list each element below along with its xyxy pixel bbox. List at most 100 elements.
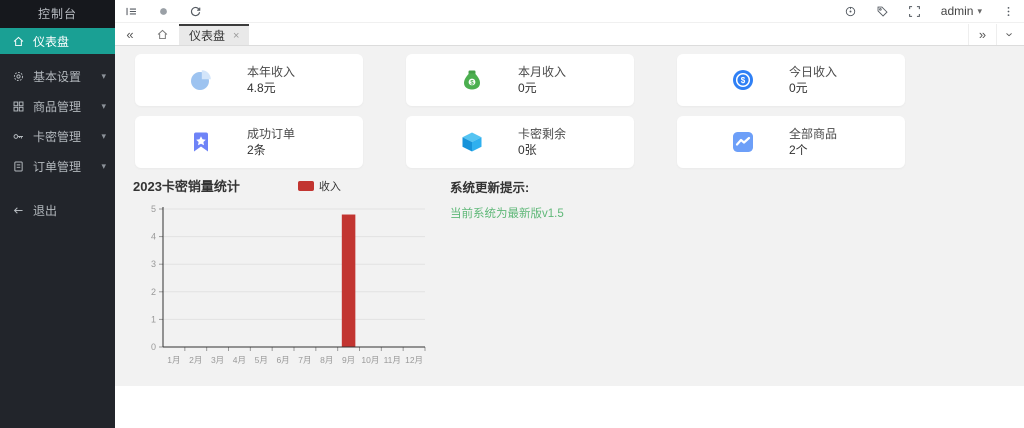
svg-text:2月: 2月 xyxy=(189,355,202,365)
sidebar-item-label: 退出 xyxy=(33,203,58,218)
sidebar-item-logout[interactable]: 退出 xyxy=(0,195,115,225)
dot-circle-icon xyxy=(159,7,167,15)
stat-card-month-income: $ 本月收入 0元 xyxy=(406,54,634,106)
stat-value: 2条 xyxy=(247,143,266,157)
svg-text:$: $ xyxy=(741,76,746,85)
stat-value: 4.8元 xyxy=(247,81,276,95)
caret-down-icon: ▾ xyxy=(977,5,982,16)
trend-chart-icon xyxy=(731,130,755,154)
home-icon xyxy=(157,29,167,40)
svg-text:3月: 3月 xyxy=(211,355,224,365)
order-list-icon xyxy=(14,161,23,171)
svg-text:4: 4 xyxy=(151,232,156,242)
cube-icon xyxy=(460,130,484,154)
grid-icon xyxy=(13,101,24,111)
chart-legend[interactable]: 收入 xyxy=(297,178,341,194)
stat-value: 0元 xyxy=(789,81,808,95)
system-notice: 系统更新提示: 当前系统为最新版v1.5 xyxy=(450,176,564,377)
coin-icon: $ xyxy=(731,68,755,92)
stat-title: 成功订单 xyxy=(247,127,296,141)
tag-button[interactable] xyxy=(867,0,899,23)
tab-dashboard[interactable]: 仪表盘 × xyxy=(179,24,250,45)
scroll-tabs-left-button[interactable]: « xyxy=(115,24,145,45)
close-tab-icon[interactable]: × xyxy=(233,30,239,42)
caret-down-icon: ▾ xyxy=(101,160,106,171)
stat-title: 全部商品 xyxy=(789,127,838,141)
sidebar-item-card-key-management[interactable]: 卡密管理 ▾ xyxy=(0,121,115,151)
sidebar-item-label: 基本设置 xyxy=(33,69,82,84)
main-content: 本年收入 4.8元 $ 本月收入 0元 $ 今日收入 0元 成功订单 2条 卡密… xyxy=(115,46,1024,428)
sidebar-item-order-management[interactable]: 订单管理 ▾ xyxy=(0,151,115,181)
tab-bar-controls: » › xyxy=(968,24,1024,45)
sidebar: 控制台 仪表盘 基本设置 ▾ 商品管理 ▾ 卡密管理 ▾ 订单管理 ▾ 退出 xyxy=(0,0,115,428)
svg-text:2: 2 xyxy=(151,287,156,297)
svg-text:11月: 11月 xyxy=(384,355,401,365)
username: admin xyxy=(940,4,974,18)
stat-card-success-orders: 成功订单 2条 xyxy=(135,116,363,168)
sidebar-item-label: 仪表盘 xyxy=(33,34,70,49)
more-vertical-icon xyxy=(1007,6,1009,16)
legend-label: 收入 xyxy=(318,180,341,193)
scroll-tabs-right-button[interactable]: » xyxy=(968,24,996,45)
notice-message[interactable]: 当前系统为最新版v1.5 xyxy=(450,205,564,221)
app-title: 控制台 xyxy=(0,0,115,28)
sidebar-item-label: 订单管理 xyxy=(33,159,82,174)
svg-text:4月: 4月 xyxy=(233,355,246,365)
svg-text:7月: 7月 xyxy=(298,355,311,365)
fullscreen-icon xyxy=(909,5,921,17)
caret-down-icon: ▾ xyxy=(101,70,106,81)
gear-icon xyxy=(13,71,24,81)
chevron-down-icon: › xyxy=(1003,32,1018,37)
clear-cache-button[interactable] xyxy=(147,0,179,23)
stat-card-remaining-keys: 卡密剩余 0张 xyxy=(406,116,634,168)
svg-text:6月: 6月 xyxy=(276,355,289,365)
refresh-button[interactable] xyxy=(179,0,211,23)
sidebar-item-basic-settings[interactable]: 基本设置 ▾ xyxy=(0,61,115,91)
fullscreen-button[interactable] xyxy=(899,0,931,23)
sidebar-item-dashboard[interactable]: 仪表盘 xyxy=(0,28,115,54)
sidebar-item-product-management[interactable]: 商品管理 ▾ xyxy=(0,91,115,121)
sales-bar-chart: 0 1 2 3 4 5 1月 2月 3月 4月 5月 6月 7月 8月 9月 10月 11月 12月 xyxy=(151,204,426,365)
more-menu-button[interactable] xyxy=(992,0,1024,23)
sidebar-item-label: 卡密管理 xyxy=(33,129,82,144)
caret-down-icon: ▾ xyxy=(101,130,106,141)
menu-fold-icon xyxy=(126,7,136,15)
legend-swatch xyxy=(297,180,314,191)
svg-text:3: 3 xyxy=(151,259,156,269)
lower-section: 2023卡密销量统计 收入 0 1 2 3 4 5 1月 2月 3月 4月 5月 6月 7月 8月 9月 10… xyxy=(115,176,1024,377)
notice-title: 系统更新提示: xyxy=(450,181,530,195)
collapse-menu-button[interactable] xyxy=(115,0,147,23)
money-bag-icon: $ xyxy=(460,68,484,92)
chevron-double-left-icon: « xyxy=(126,27,134,42)
tab-label: 仪表盘 xyxy=(189,29,226,43)
user-menu[interactable]: admin ▾ xyxy=(931,4,992,18)
pie-chart-icon xyxy=(189,68,213,92)
svg-text:1: 1 xyxy=(151,314,156,324)
theme-button[interactable] xyxy=(835,0,867,23)
home-tab[interactable] xyxy=(145,24,179,45)
svg-text:12月: 12月 xyxy=(405,355,423,365)
stat-value: 2个 xyxy=(789,143,808,157)
chevron-double-right-icon: » xyxy=(978,27,987,42)
stat-card-all-products: 全部商品 2个 xyxy=(677,116,905,168)
gauge-icon xyxy=(846,6,856,16)
svg-text:5: 5 xyxy=(151,204,156,214)
svg-text:8月: 8月 xyxy=(320,355,333,365)
arrow-left-icon xyxy=(13,206,23,214)
header-toolbar: admin ▾ xyxy=(115,0,1024,23)
sales-chart-section: 2023卡密销量统计 收入 0 1 2 3 4 5 1月 2月 3月 4月 5月 6月 7月 8月 9月 10… xyxy=(133,176,433,377)
stat-title: 本月收入 xyxy=(518,65,567,79)
stat-title: 本年收入 xyxy=(247,65,296,79)
stat-title: 卡密剩余 xyxy=(518,127,567,141)
stat-value: 0元 xyxy=(518,81,537,95)
tag-icon xyxy=(877,6,888,17)
refresh-icon xyxy=(190,6,200,16)
tab-operations-button[interactable]: › xyxy=(996,24,1024,45)
stat-cards: 本年收入 4.8元 $ 本月收入 0元 $ 今日收入 0元 成功订单 2条 卡密… xyxy=(135,54,905,168)
svg-text:10月: 10月 xyxy=(361,355,379,365)
caret-down-icon: ▾ xyxy=(101,100,106,111)
stat-card-year-income: 本年收入 4.8元 xyxy=(135,54,363,106)
sidebar-item-label: 商品管理 xyxy=(33,99,82,114)
dashboard-panel: 本年收入 4.8元 $ 本月收入 0元 $ 今日收入 0元 成功订单 2条 卡密… xyxy=(115,46,1024,386)
svg-text:5月: 5月 xyxy=(255,355,268,365)
